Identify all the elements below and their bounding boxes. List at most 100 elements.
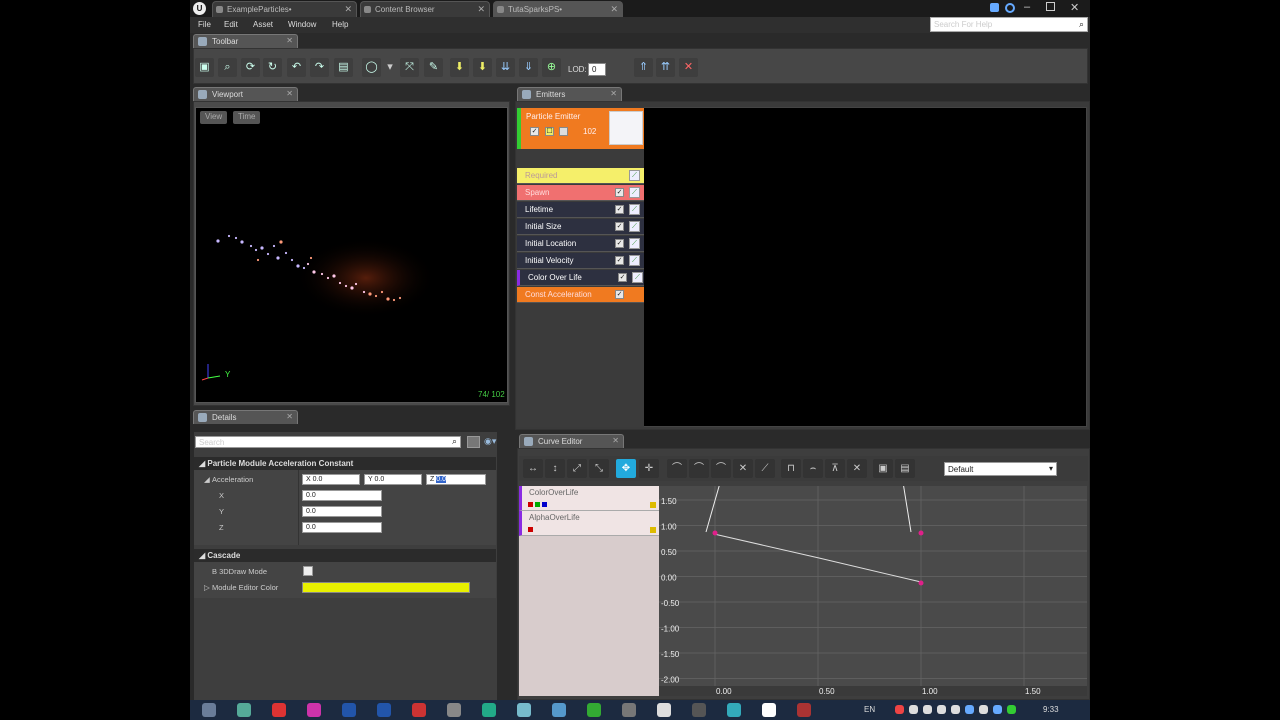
graph-toggle-icon[interactable]: ⟋: [629, 187, 640, 198]
taskbar-app-icon[interactable]: [587, 703, 601, 717]
tray-icon[interactable]: [1007, 705, 1016, 714]
module-enable-checkbox[interactable]: ✓: [615, 239, 624, 248]
graph-toggle-icon[interactable]: ⟋: [629, 204, 640, 215]
graph-toggle-icon[interactable]: ⟋: [629, 238, 640, 249]
highest-lod-icon[interactable]: ⇈: [656, 58, 675, 77]
lod-input[interactable]: 0: [588, 63, 606, 76]
curve-key-point[interactable]: [712, 530, 718, 536]
language-indicator[interactable]: EN: [864, 705, 875, 714]
time-button[interactable]: Time: [233, 111, 261, 124]
fit-horizontal-icon[interactable]: ↔: [523, 459, 543, 478]
restart-level-icon[interactable]: ↻: [263, 58, 282, 77]
zoom-mode-icon[interactable]: ✛: [639, 459, 659, 478]
taskbar-app-icon[interactable]: [727, 703, 741, 717]
restart-sim-icon[interactable]: ⟳: [241, 58, 260, 77]
graph-toggle-icon[interactable]: ⟋: [632, 272, 643, 283]
taskbar-app-icon[interactable]: [622, 703, 636, 717]
regen-lod-highest-icon[interactable]: ⬇: [473, 58, 492, 77]
curve-key-point[interactable]: [918, 580, 924, 586]
alpha-channel-icon[interactable]: [528, 527, 533, 532]
taskbar-app-icon[interactable]: [762, 703, 776, 717]
save-icon[interactable]: ▣: [195, 58, 214, 77]
bounds-icon[interactable]: ◯: [362, 58, 381, 77]
lowest-lod-icon[interactable]: ⇊: [496, 58, 515, 77]
module-enable-checkbox[interactable]: ✓: [615, 188, 624, 197]
editor-color-swatch[interactable]: [302, 582, 470, 593]
curve-graph[interactable]: 1.50 1.00 0.50 0.00 -0.50 -1.00 -1.50 -2.00 0.00…: [659, 475, 1087, 696]
straighten-icon[interactable]: ⊼: [825, 459, 845, 478]
module-enable-checkbox[interactable]: ✓: [615, 222, 624, 231]
delete-tab-icon[interactable]: ▤: [895, 459, 915, 478]
higher-lod-icon[interactable]: ⇑: [634, 58, 653, 77]
taskbar-app-icon[interactable]: [552, 703, 566, 717]
taskbar-app-icon[interactable]: [692, 703, 706, 717]
graph-toggle-icon[interactable]: ⟋: [629, 170, 640, 181]
delete-lod-icon[interactable]: ✕: [679, 58, 698, 77]
module-row[interactable]: Color Over Life ✓ ⟋: [517, 270, 644, 286]
zoom-fit-icon[interactable]: ⤡: [589, 459, 609, 478]
redo-icon[interactable]: ↷: [310, 58, 329, 77]
eye-icon[interactable]: ◉▾: [484, 436, 496, 447]
origin-axis-icon[interactable]: ⤧: [400, 58, 419, 77]
chat-icon[interactable]: [990, 3, 999, 12]
y-input[interactable]: 0.0: [302, 506, 382, 517]
z-input[interactable]: 0.0: [302, 522, 382, 533]
emitter-solo-icon[interactable]: ☐: [545, 127, 554, 136]
user-tangent-icon[interactable]: ⌒: [711, 459, 731, 478]
curve-key-point[interactable]: [918, 530, 924, 536]
tray-icon[interactable]: [923, 705, 932, 714]
editor-color-expand-icon[interactable]: ▷: [204, 583, 210, 592]
show-all-tangents-icon[interactable]: ✕: [847, 459, 867, 478]
tray-icon[interactable]: [979, 705, 988, 714]
close-icon[interactable]: ✕: [610, 4, 618, 15]
module-row[interactable]: Required ⟋: [517, 168, 644, 184]
emitters-tab[interactable]: Emitters ✕: [517, 87, 622, 101]
tab-tuta-sparks[interactable]: TutaSparksPS• ✕: [493, 1, 623, 17]
taskbar-app-icon[interactable]: [412, 703, 426, 717]
viewport-tab[interactable]: Viewport ✕: [193, 87, 298, 101]
menu-asset[interactable]: Asset: [253, 20, 273, 29]
linear-icon[interactable]: ⟋: [755, 459, 775, 478]
emitter-enable-checkbox[interactable]: ✓: [530, 127, 539, 136]
module-row[interactable]: Initial Location ✓ ⟋: [517, 236, 644, 252]
red-channel-icon[interactable]: [528, 502, 533, 507]
taskbar-app-icon[interactable]: [342, 703, 356, 717]
auto-clamped-icon[interactable]: ⌒: [689, 459, 709, 478]
browser-icon[interactable]: [1005, 3, 1015, 13]
view-button[interactable]: View: [200, 111, 228, 124]
menu-edit[interactable]: Edit: [224, 20, 238, 29]
minimize-icon[interactable]: –: [1024, 1, 1030, 13]
green-channel-icon[interactable]: [535, 502, 540, 507]
taskbar-app-icon[interactable]: [307, 703, 321, 717]
constant-icon[interactable]: ⊓: [781, 459, 801, 478]
module-row[interactable]: Lifetime ✓ ⟋: [517, 202, 644, 218]
draw-mode-checkbox[interactable]: [303, 566, 313, 576]
toolbar-tab[interactable]: Toolbar ✕: [193, 34, 298, 48]
close-icon[interactable]: ✕: [286, 412, 293, 421]
taskbar-app-icon[interactable]: [517, 703, 531, 717]
clock[interactable]: 9:33: [1043, 705, 1059, 714]
flatten-icon[interactable]: ⌢: [803, 459, 823, 478]
grid-view-icon[interactable]: [467, 436, 480, 448]
module-enable-checkbox[interactable]: ✓: [618, 273, 627, 282]
viewport-canvas[interactable]: Y 74/ 102: [195, 107, 508, 403]
emitter-header[interactable]: Particle Emitter ✓ ☐ 102: [517, 108, 644, 149]
curve-toggle-icon[interactable]: [650, 502, 656, 508]
module-enable-checkbox[interactable]: ✓: [615, 205, 624, 214]
browse-icon[interactable]: ⌕: [218, 58, 237, 77]
module-enable-checkbox[interactable]: ✓: [615, 256, 624, 265]
taskbar-app-icon[interactable]: [657, 703, 671, 717]
close-icon[interactable]: ✕: [344, 4, 352, 15]
graph-toggle-icon[interactable]: ⟋: [629, 221, 640, 232]
section-cascade-header[interactable]: ◢ Cascade: [194, 549, 496, 562]
menu-file[interactable]: File: [198, 20, 211, 29]
close-icon[interactable]: ✕: [286, 36, 293, 45]
undo-icon[interactable]: ↶: [287, 58, 306, 77]
thumbnail-icon[interactable]: ▤: [334, 58, 353, 77]
module-row[interactable]: Initial Size ✓ ⟋: [517, 219, 644, 235]
close-icon[interactable]: ✕: [612, 436, 619, 445]
module-enable-checkbox[interactable]: ✓: [615, 290, 624, 299]
tray-icon[interactable]: [895, 705, 904, 714]
auto-tangent-icon[interactable]: ⌒: [667, 459, 687, 478]
close-icon[interactable]: ✕: [477, 4, 485, 15]
